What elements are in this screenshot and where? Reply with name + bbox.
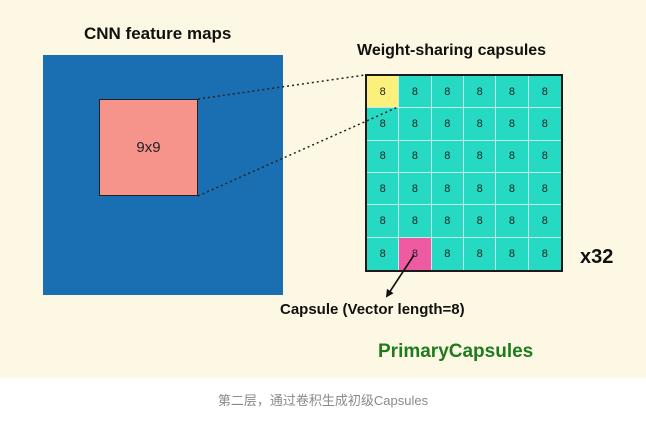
diagram-figure: CNN feature maps 9x9 Weight-sharing caps…	[0, 0, 646, 378]
weight-sharing-capsules-title: Weight-sharing capsules	[357, 42, 547, 59]
capsule-cell: 8	[463, 76, 497, 109]
figure-caption: 第二层，通过卷积生成初级Capsules	[217, 393, 429, 408]
capsule-grid: 888888888888888888888888888888888888	[365, 74, 563, 272]
channel-multiplier: x32	[580, 246, 614, 268]
capsule-cell: 8	[496, 172, 529, 206]
capsule-cell: 8	[432, 237, 464, 270]
capsule-cell: 8	[367, 140, 400, 173]
capsule-cell: 8	[463, 172, 497, 206]
capsule-cell: 8	[367, 108, 400, 141]
capsule-cell: 8	[431, 140, 464, 173]
capsule-cell: 8	[367, 205, 400, 238]
capsule-cell: 8	[399, 205, 432, 238]
capsule-cell: 8	[496, 140, 529, 173]
capsule-cell: 8	[528, 173, 561, 206]
capsule-cell: 8	[496, 205, 529, 238]
capsule-cell: 8	[463, 205, 497, 238]
capsule-cell: 8	[463, 140, 497, 173]
capsule-cell: 8	[399, 140, 432, 173]
capsule-cell: 8	[528, 76, 561, 109]
capsule-cell: 8	[528, 205, 561, 238]
capsule-cell: 8	[496, 76, 529, 109]
capsule-cell: 8	[431, 108, 464, 141]
capsule-cell: 8	[399, 172, 432, 206]
capsule-cell: 8	[496, 108, 529, 141]
capsule-cell: 8	[431, 172, 464, 206]
capsule-cell: 8	[431, 205, 464, 238]
capsule-cell: 8	[399, 76, 432, 109]
cnn-feature-maps-title: CNN feature maps	[84, 24, 232, 43]
capsule-cell: 8	[496, 237, 529, 270]
capsule-cell: 8	[431, 76, 464, 109]
capsule-cell: 8	[528, 141, 561, 173]
capsule-cell: 8	[541, 247, 548, 260]
capsule-cell-highlight-pink: 8	[399, 237, 432, 270]
capsule-cell: 8	[464, 237, 497, 270]
capsule-label: Capsule (Vector length=8)	[280, 301, 465, 318]
capsule-cell: 8	[367, 237, 400, 270]
capsule-cell: 8	[528, 108, 561, 141]
capsule-cell: 8	[463, 108, 497, 141]
capsule-cell-highlight-yellow: 8	[367, 76, 400, 109]
capsule-cell: 8	[367, 172, 400, 206]
receptive-field-box: 9x9	[99, 99, 198, 196]
capsule-cell: 8	[399, 108, 432, 141]
primary-capsules-label: PrimaryCapsules	[378, 341, 534, 362]
